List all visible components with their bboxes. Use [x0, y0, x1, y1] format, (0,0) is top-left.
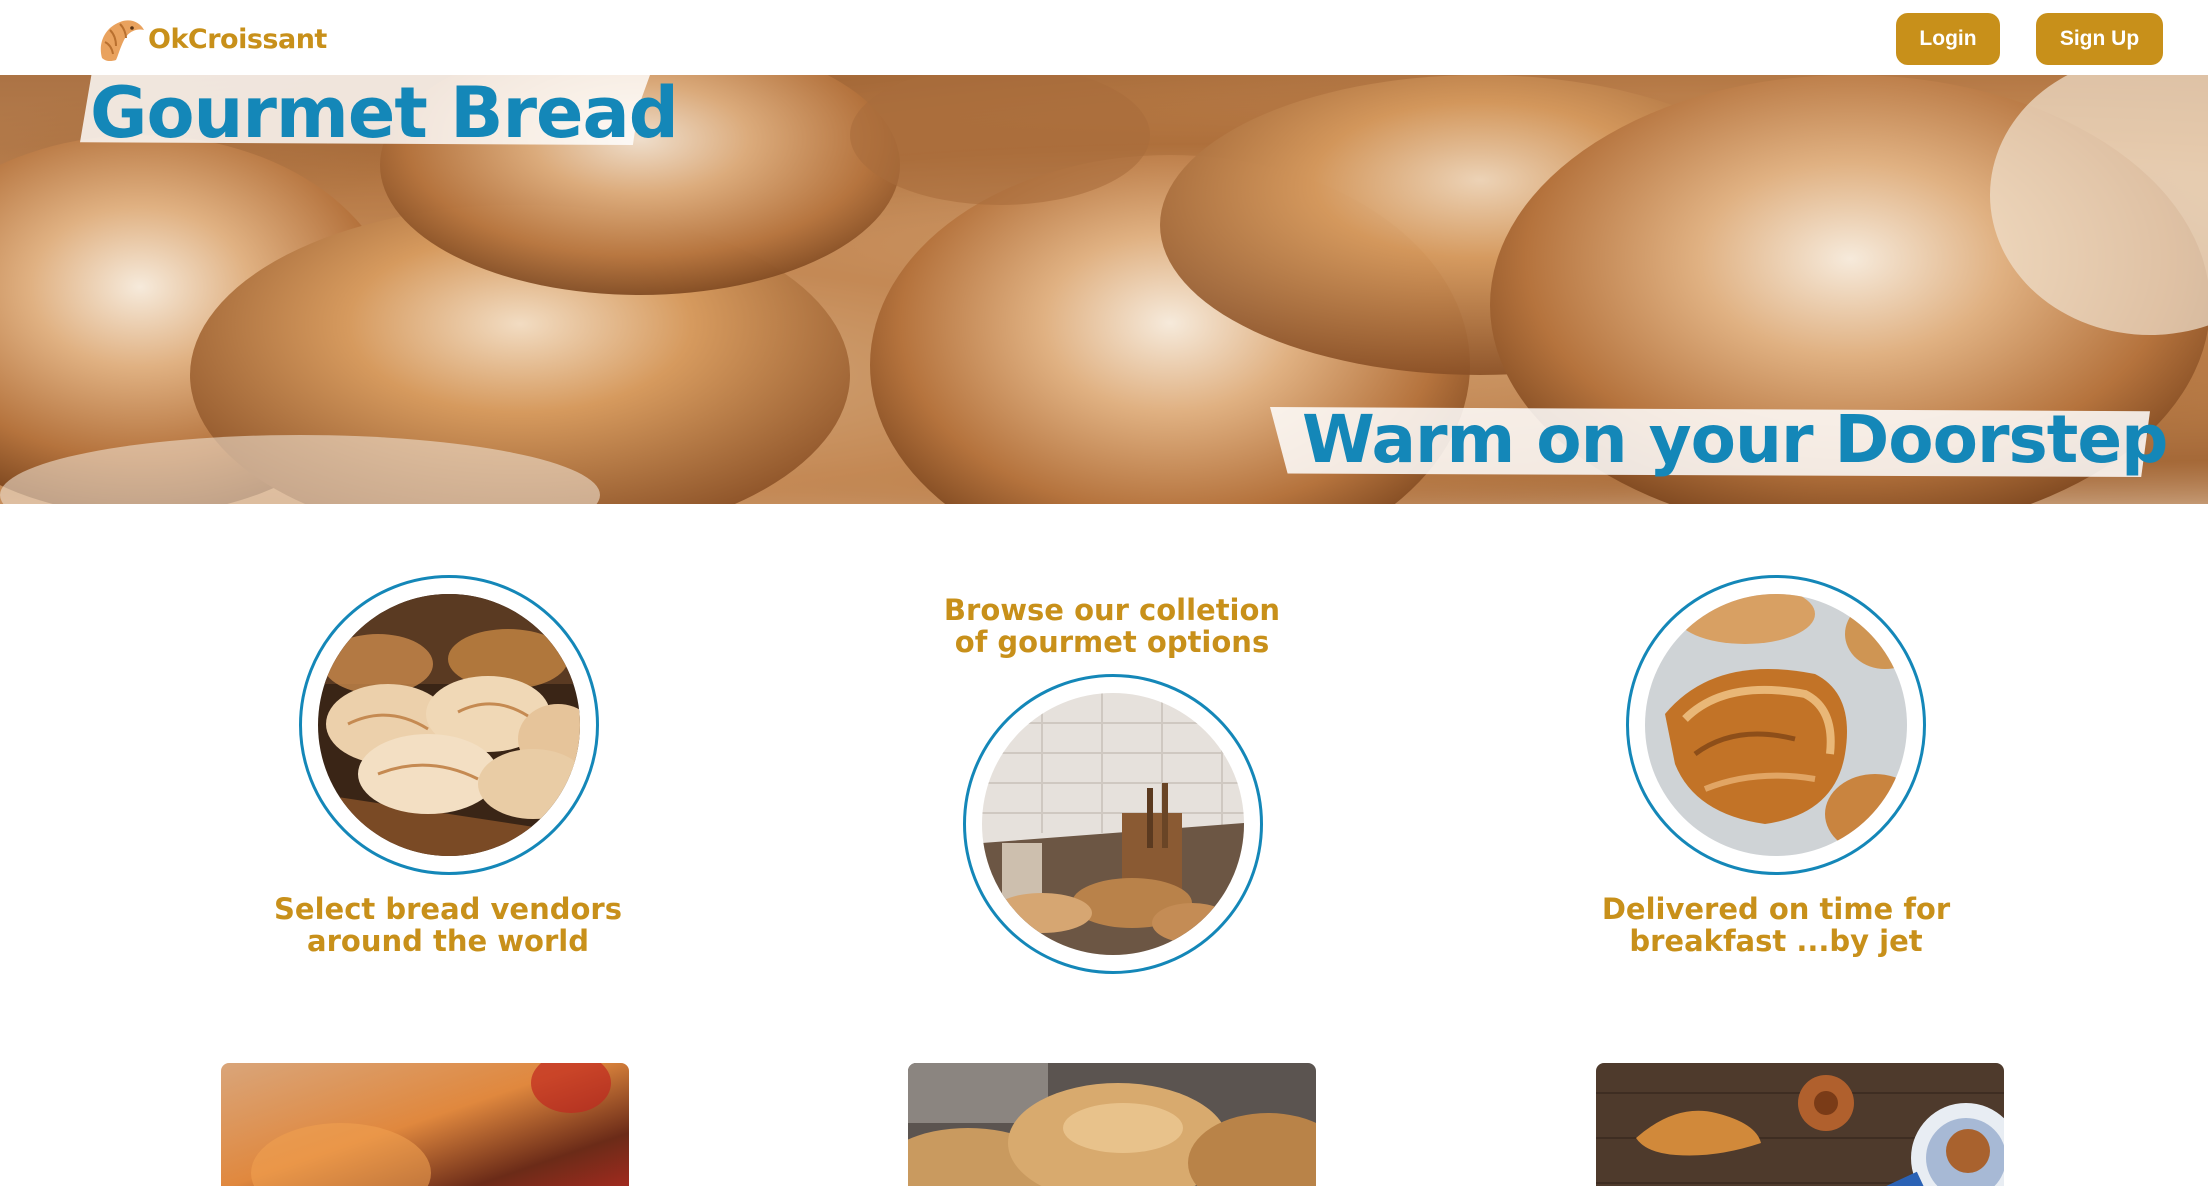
feature-circle-browse — [963, 674, 1263, 974]
bread-rolls-image — [318, 594, 580, 856]
feature-browse-line2: of gourmet options — [954, 625, 1270, 659]
feature-circle-vendors — [299, 575, 599, 875]
bakery-counter-image — [982, 693, 1244, 955]
bread-loaves-image — [908, 1063, 1316, 1186]
feature-text-vendors: Select bread vendors around the world — [238, 893, 658, 957]
card-croissants-table[interactable] — [1596, 1063, 2004, 1186]
hero-title: Gourmet Bread — [90, 75, 679, 154]
card-bread-loaves[interactable] — [908, 1063, 1316, 1186]
feature-vendors-line2: around the world — [307, 924, 589, 958]
feature-circle-delivered — [1626, 575, 1926, 875]
card-blurred-bakery[interactable] — [221, 1063, 629, 1186]
brand-name: OkCroissant — [148, 23, 327, 55]
hero-banner: Gourmet Bread Warm on your Doorstep — [0, 75, 2208, 504]
feature-text-delivered: Delivered on time for breakfast ...by je… — [1566, 893, 1986, 957]
feature-delivered-line2: breakfast ...by jet — [1629, 924, 1923, 958]
hero-title-block: Gourmet Bread — [80, 75, 698, 157]
login-button[interactable]: Login — [1896, 13, 2000, 65]
brand-logo-link[interactable]: OkCroissant — [96, 14, 327, 64]
site-header: OkCroissant Login Sign Up — [0, 0, 2208, 75]
hero-subtitle-block: Warm on your Doorstep — [1270, 395, 2168, 485]
feature-delivered-line1: Delivered on time for — [1601, 892, 1951, 926]
pain-au-chocolat-image — [1645, 594, 1907, 856]
feature-vendors-line1: Select bread vendors — [274, 892, 622, 926]
signup-button[interactable]: Sign Up — [2036, 13, 2163, 65]
hero-subtitle: Warm on your Doorstep — [1302, 401, 2168, 478]
croissants-on-table-image — [1596, 1063, 2004, 1186]
feature-text-browse: Browse our colletion of gourmet options — [902, 594, 1322, 658]
croissant-icon — [100, 20, 144, 62]
blurred-bakery-image — [221, 1063, 629, 1186]
feature-browse-line1: Browse our colletion — [943, 593, 1281, 627]
